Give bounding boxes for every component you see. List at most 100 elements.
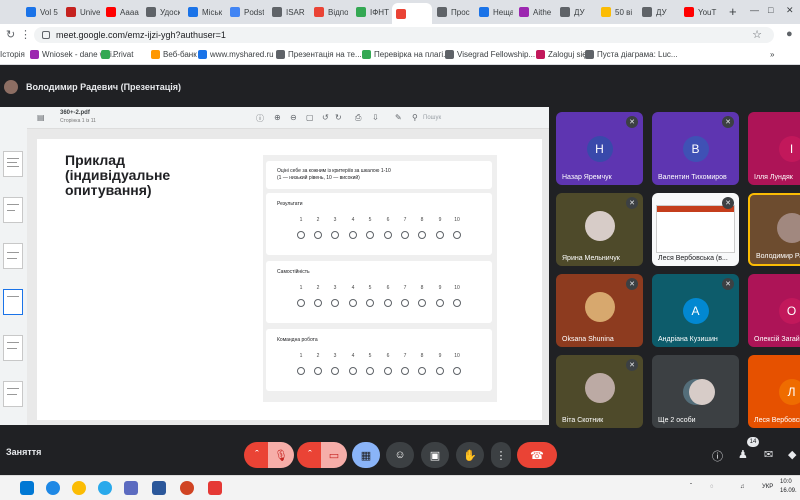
video-options-button[interactable]: ˆ (297, 442, 323, 468)
bookmark-item[interactable]: Історія (0, 50, 25, 59)
address-bar[interactable]: meet.google.com/emz-ijzi-ygh?authuser=1 (34, 27, 774, 43)
bookmark-item[interactable]: Пуста діаграма: Luc... (585, 50, 678, 59)
browser-tab[interactable]: Vol 5 (22, 3, 60, 21)
browser-tab[interactable]: ISAR (268, 3, 306, 21)
scale-radio-button[interactable] (436, 367, 444, 375)
thumbnail-page[interactable] (3, 243, 23, 269)
browser-tab[interactable]: Неща (475, 3, 513, 21)
participant-tile[interactable]: В Валентин Тихомиров ✕ (652, 112, 739, 185)
scale-radio-button[interactable] (453, 299, 461, 307)
menu-dots-icon[interactable]: ⋮ (20, 28, 31, 41)
save-icon[interactable]: ⇩ (372, 113, 379, 122)
more-options-button[interactable]: ⋮ (491, 442, 511, 468)
scale-radio-button[interactable] (401, 367, 409, 375)
scale-radio-button[interactable] (453, 367, 461, 375)
scale-radio-button[interactable] (366, 299, 374, 307)
scale-radio-button[interactable] (314, 367, 322, 375)
activities-icon[interactable]: ◆ (788, 448, 796, 461)
participant-tile[interactable]: Л Леся Вербовськ (748, 355, 800, 428)
participant-tile[interactable]: О Олексій Загай (748, 274, 800, 347)
app-icon[interactable] (124, 481, 138, 495)
browser-tab[interactable]: Міська (184, 3, 222, 21)
powerpoint-icon[interactable] (180, 481, 194, 495)
scale-radio-button[interactable] (453, 231, 461, 239)
participant-tile[interactable]: A Андріана Кузишин ✕ (652, 274, 739, 347)
bookmark-item[interactable]: Privat (101, 50, 133, 59)
minimize-icon[interactable]: — (750, 5, 759, 15)
browser-tab[interactable]: ДУ (638, 3, 676, 21)
scale-radio-button[interactable] (384, 367, 392, 375)
scale-radio-button[interactable] (436, 299, 444, 307)
scale-radio-button[interactable] (366, 367, 374, 375)
camera-off-button[interactable]: ▭ (321, 442, 347, 468)
audio-options-button[interactable]: ˆ (244, 442, 270, 468)
site-info-icon[interactable] (42, 31, 50, 39)
bookmark-star-icon[interactable]: ☆ (752, 28, 762, 41)
scale-radio-button[interactable] (401, 299, 409, 307)
scale-radio-button[interactable] (297, 231, 305, 239)
captions-button[interactable]: ▦ (352, 442, 380, 468)
browser-tab[interactable] (392, 3, 432, 24)
reload-icon[interactable]: ↻ (6, 28, 15, 41)
new-tab-button[interactable]: + (729, 4, 737, 19)
scale-radio-button[interactable] (314, 231, 322, 239)
participant-tile[interactable]: Oksana Shunina ✕ (556, 274, 643, 347)
thumbnail-page[interactable] (3, 197, 23, 223)
scale-radio-button[interactable] (331, 231, 339, 239)
emoji-button[interactable]: ☺ (386, 442, 414, 468)
participant-tile[interactable]: Леся Вербовська (в... ✕ (652, 193, 739, 266)
bookmark-item[interactable]: Презентація на те... (276, 50, 362, 59)
browser-tab[interactable]: Аааа (102, 3, 140, 21)
thumbnail-page[interactable] (3, 289, 23, 315)
leave-call-button[interactable]: ☎ (517, 442, 557, 468)
scale-radio-button[interactable] (418, 299, 426, 307)
word-icon[interactable] (152, 481, 166, 495)
print-icon[interactable]: ⎙ (355, 113, 361, 123)
profile-icon[interactable]: ● (786, 28, 793, 40)
zoom-out-icon[interactable]: ⊖ (290, 113, 297, 122)
windows-start-icon[interactable] (20, 481, 34, 495)
bookmark-item[interactable]: Веб-банк (151, 50, 197, 59)
volume-icon[interactable]: ♫ (740, 484, 745, 490)
pdf-search-input[interactable]: Пошук (423, 115, 441, 121)
scale-radio-button[interactable] (418, 367, 426, 375)
scale-radio-button[interactable] (384, 231, 392, 239)
scale-radio-button[interactable] (436, 231, 444, 239)
language-indicator[interactable]: УКР (762, 484, 773, 490)
more-bookmarks-button[interactable]: » (770, 50, 774, 59)
bookmark-item[interactable]: Zaloguj się (536, 50, 587, 59)
rotate-right-icon[interactable]: ↻ (335, 113, 342, 122)
bookmark-item[interactable]: www.myshared.ru (198, 50, 274, 59)
scale-radio-button[interactable] (349, 367, 357, 375)
people-icon[interactable]: ♟ (738, 448, 748, 461)
browser-tab[interactable]: Podst (226, 3, 264, 21)
thumbnail-page[interactable] (3, 381, 23, 407)
scale-radio-button[interactable] (297, 367, 305, 375)
scale-radio-button[interactable] (349, 299, 357, 307)
browser-tab[interactable]: YouT (680, 3, 718, 21)
participant-tile[interactable]: Н Назар Яремчук ✕ (556, 112, 643, 185)
zoom-in-icon[interactable]: ⊕ (274, 113, 281, 122)
clock-date[interactable]: 16.09. (780, 488, 797, 494)
participant-tile[interactable]: І Ілля Лундяк (748, 112, 800, 185)
search-icon[interactable]: ⚲ (412, 113, 418, 122)
scale-radio-button[interactable] (366, 231, 374, 239)
browser-tab[interactable]: Unive (62, 3, 100, 21)
participant-tile[interactable]: Віта Скотник ✕ (556, 355, 643, 428)
scale-radio-button[interactable] (401, 231, 409, 239)
browser-tab[interactable]: ДУ (556, 3, 594, 21)
mic-off-button[interactable]: 🎙 (268, 442, 294, 468)
chrome-icon[interactable] (72, 481, 86, 495)
browser-tab[interactable]: Удоск (142, 3, 180, 21)
bookmark-item[interactable]: Перевірка на плагі... (362, 50, 450, 59)
scale-radio-button[interactable] (314, 299, 322, 307)
raise-hand-button[interactable]: ✋ (456, 442, 484, 468)
close-window-icon[interactable]: ✕ (786, 5, 794, 16)
telegram-icon[interactable] (98, 481, 112, 495)
present-button[interactable]: ▣ (421, 442, 449, 468)
chat-icon[interactable]: ✉ (764, 448, 773, 461)
scale-radio-button[interactable] (331, 367, 339, 375)
participant-tile[interactable]: МЩе 2 особи (652, 355, 739, 428)
scale-radio-button[interactable] (297, 299, 305, 307)
scale-radio-button[interactable] (418, 231, 426, 239)
